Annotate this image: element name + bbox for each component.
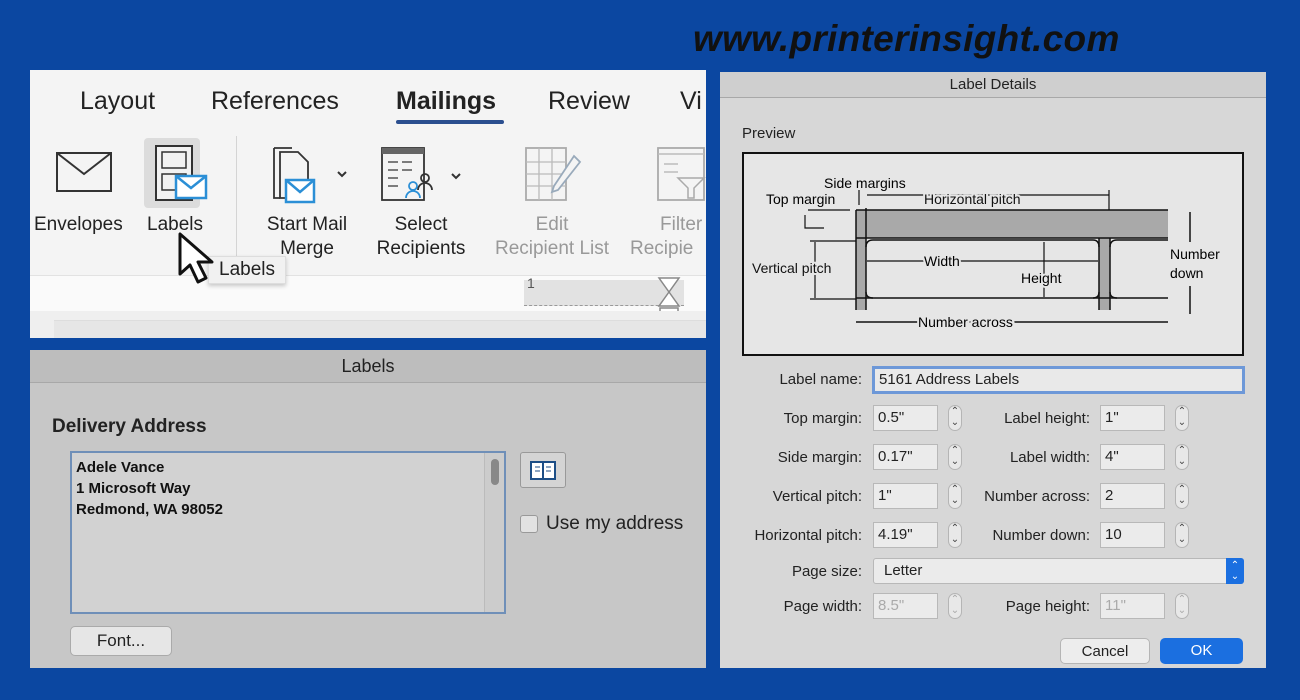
vertical-pitch-input[interactable]: 1" [873, 483, 938, 509]
label-details-dialog: Label Details Preview Side margins Top m… [720, 72, 1266, 668]
ok-button[interactable]: OK [1160, 638, 1243, 664]
tab-view[interactable]: Vi [680, 87, 702, 116]
site-watermark: www.printerinsight.com [693, 18, 1120, 59]
label-layout-diagram: Side margins Top margin Horizontal pitch… [750, 175, 1220, 332]
select-recipients-label: Select Recipients [376, 214, 466, 259]
cancel-button[interactable]: Cancel [1060, 638, 1150, 664]
select-arrows-icon: ⌃ ⌄ [1226, 558, 1244, 584]
diagram-number-across: Number across [918, 314, 1013, 330]
side-margin-strip [856, 210, 866, 310]
ruler-mark: 1 [527, 275, 535, 291]
filter-recipients-label: Filter Recipie [630, 214, 703, 259]
page-height-label: Page height: [1005, 598, 1090, 615]
page-height-stepper: ⌃ ⌄ [1175, 593, 1189, 619]
delivery-address-heading: Delivery Address [52, 416, 207, 437]
page-size-label: Page size: [791, 563, 862, 580]
preview-heading: Preview [742, 125, 796, 142]
page-size-select[interactable]: Letter ⌃ ⌄ [873, 558, 1244, 584]
tab-mailings[interactable]: Mailings [396, 87, 496, 116]
active-tab-indicator [396, 120, 504, 124]
address-book-icon [530, 461, 556, 480]
mouse-cursor-icon [178, 232, 214, 284]
labels-icon [155, 145, 208, 201]
page-width-label: Page width: [783, 598, 862, 615]
diagram-vertical-pitch: Vertical pitch [752, 260, 831, 276]
label-name-input[interactable]: 5161 Address Labels [872, 366, 1245, 394]
side-margin-input[interactable]: 0.17" [873, 444, 938, 470]
label-height-stepper[interactable]: ⌃ ⌄ [1175, 405, 1189, 431]
top-margin-stepper[interactable]: ⌃ ⌄ [948, 405, 962, 431]
envelope-icon [56, 152, 112, 192]
number-across-input[interactable]: 2 [1100, 483, 1165, 509]
label-height-label: Label height: [1004, 410, 1090, 427]
delivery-address-text: Adele Vance 1 Microsoft Way Redmond, WA … [76, 459, 223, 518]
chevron-down-icon [451, 173, 461, 180]
start-mail-merge-label: Start Mail Merge [266, 214, 348, 259]
label-preview: Side margins Top margin Horizontal pitch… [742, 152, 1244, 356]
page-width-input: 8.5" [873, 593, 938, 619]
envelopes-label: Envelopes [34, 214, 123, 235]
label-width-input[interactable]: 4" [1100, 444, 1165, 470]
filter-icon [657, 147, 706, 201]
label-width-stepper[interactable]: ⌃ ⌄ [1175, 444, 1189, 470]
label-width-label: Label width: [1009, 449, 1090, 466]
number-down-input[interactable]: 10 [1100, 522, 1165, 548]
gap-strip [1099, 238, 1110, 310]
use-my-address-checkbox[interactable] [520, 515, 538, 533]
vertical-pitch-label: Vertical pitch: [772, 488, 862, 505]
number-across-label: Number across: [984, 488, 1090, 505]
number-down-label: Number down: [992, 527, 1090, 544]
font-button[interactable]: Font... [70, 626, 172, 656]
horizontal-pitch-label: Horizontal pitch: [754, 527, 862, 544]
tab-layout[interactable]: Layout [80, 87, 155, 116]
word-ribbon: Layout References Mailings Review Vi Env… [30, 70, 706, 338]
diagram-side-margins: Side margins [824, 175, 906, 191]
tab-references[interactable]: References [211, 87, 339, 116]
number-across-stepper[interactable]: ⌃ ⌄ [1175, 483, 1189, 509]
labels-dialog: Labels Delivery Address Adele Vance 1 Mi… [30, 350, 706, 668]
vertical-pitch-stepper[interactable]: ⌃ ⌄ [948, 483, 962, 509]
diagram-horizontal-pitch: Horizontal pitch [924, 191, 1021, 207]
page-height-input: 11" [1100, 593, 1165, 619]
diagram-height: Height [1021, 270, 1062, 286]
select-recipients-icon [381, 147, 461, 201]
top-margin-label: Top margin: [783, 410, 862, 427]
address-book-button[interactable] [520, 452, 566, 488]
diagram-number-down-1: Number [1170, 246, 1220, 262]
edit-recipient-list-label: Edit Recipient List [494, 214, 610, 259]
horizontal-pitch-stepper[interactable]: ⌃ ⌄ [948, 522, 962, 548]
address-scrollbar[interactable] [484, 453, 504, 612]
diagram-top-margin: Top margin [766, 191, 835, 207]
ribbon-divider [236, 136, 237, 256]
edit-list-icon [525, 147, 582, 201]
page-edge [54, 320, 706, 338]
use-my-address-label: Use my address [546, 513, 684, 534]
horizontal-pitch-input[interactable]: 4.19" [873, 522, 938, 548]
side-margin-stepper[interactable]: ⌃ ⌄ [948, 444, 962, 470]
label-height-input[interactable]: 1" [1100, 405, 1165, 431]
start-mail-merge-icon [273, 147, 347, 204]
label-name-label: Label name: [779, 371, 862, 388]
number-down-stepper[interactable]: ⌃ ⌄ [1175, 522, 1189, 548]
labels-dialog-title: Labels [30, 350, 706, 383]
top-margin-band [856, 210, 1168, 238]
delivery-address-field[interactable]: Adele Vance 1 Microsoft Way Redmond, WA … [70, 451, 506, 614]
page-size-value: Letter [884, 562, 923, 579]
top-margin-input[interactable]: 0.5" [873, 405, 938, 431]
page-width-stepper: ⌃ ⌄ [948, 593, 962, 619]
chevron-down-icon [337, 171, 347, 178]
diagram-number-down-2: down [1170, 265, 1203, 281]
tab-review[interactable]: Review [548, 87, 630, 116]
scrollbar-thumb[interactable] [490, 459, 499, 485]
diagram-width: Width [924, 253, 960, 269]
side-margin-label: Side margin: [777, 449, 862, 466]
label-details-title: Label Details [720, 72, 1266, 98]
